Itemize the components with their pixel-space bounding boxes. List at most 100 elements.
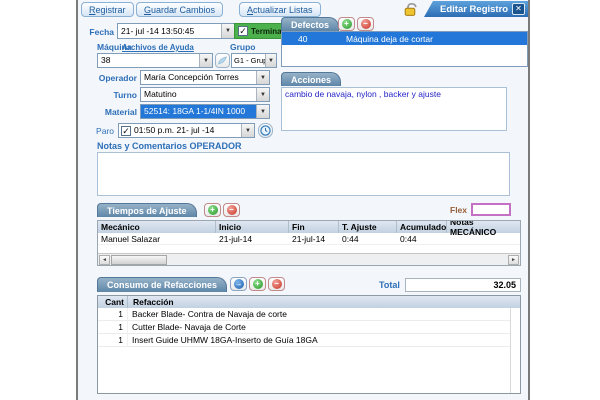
col-t-ajuste: T. Ajuste [339, 221, 397, 233]
col-cant: Cant [98, 296, 128, 308]
paro-checkbox[interactable]: ✓ [121, 126, 131, 136]
col-fin: Fin [289, 221, 339, 233]
refacciones-add-button[interactable]: + [249, 277, 266, 291]
material-value: 52514: 18GA 1-1/4IN 1000 [141, 105, 256, 118]
refacciones-header-row: Cant Refacción [98, 296, 520, 308]
guardar-cambios-button[interactable]: Guardar Cambios [136, 2, 223, 17]
cell-cant: 1 [98, 308, 128, 321]
defectos-list: 40 Máquina deja de cortar [281, 31, 528, 67]
col-inicio: Inicio [216, 221, 289, 233]
grupo-label: Grupo [230, 42, 256, 52]
refacciones-transfer-button[interactable]: → [230, 277, 247, 291]
scroll-right-icon[interactable]: ► [508, 255, 519, 265]
cell-mecanico: Manuel Salazar [98, 233, 216, 245]
registrar-label: Registrar [89, 5, 126, 15]
refaccion-row[interactable]: 1 Backer Blade- Contra de Navaja de cort… [98, 308, 510, 321]
defectos-row-selected[interactable]: 40 Máquina deja de cortar [282, 32, 527, 45]
minus-icon: − [272, 279, 282, 289]
acciones-panel-header: Acciones [281, 72, 341, 86]
refacciones-panel-header: Consumo de Refacciones [97, 277, 227, 292]
col-acumulado: Acumulado [397, 221, 447, 233]
turno-value: Matutino [141, 88, 256, 101]
chevron-down-icon[interactable]: ▼ [265, 54, 276, 67]
terminado-checkbox[interactable]: ✓ [238, 26, 248, 36]
tiempos-table: Mecánico Inicio Fin T. Ajuste Acumulado … [97, 220, 521, 266]
acciones-textarea[interactable]: cambio de navaja, nylon , backer y ajust… [281, 87, 507, 131]
maquina-value: 38 [98, 54, 199, 67]
fecha-value: 21- jul -14 13:50:45 [118, 25, 221, 38]
notas-operador-textarea[interactable] [97, 152, 510, 196]
defectos-add-button[interactable]: + [338, 17, 355, 31]
fecha-combobox[interactable]: 21- jul -14 13:50:45 ▼ [117, 23, 235, 39]
total-value: 32.05 [405, 278, 521, 292]
tiempos-add-button[interactable]: + [204, 203, 221, 217]
turno-combobox[interactable]: Matutino ▼ [140, 87, 270, 102]
operador-label: Operador [78, 73, 137, 83]
flex-input[interactable] [471, 203, 511, 216]
feather-icon [217, 55, 228, 66]
col-notas-mecanico: Notas MECÁNICO [447, 221, 520, 233]
refaccion-row[interactable]: 1 Insert Guide UHMW 18GA-Inserto de Guía… [98, 334, 510, 347]
material-combobox[interactable]: 52514: 18GA 1-1/4IN 1000 ▼ [140, 104, 270, 119]
actualizar-listas-button[interactable]: Actualizar Listas [239, 2, 321, 17]
flex-label: Flex [450, 205, 467, 215]
cell-refaccion: Cutter Blade- Navaja de Corte [128, 322, 246, 332]
chevron-down-icon[interactable]: ▼ [256, 71, 269, 84]
cell-refaccion: Backer Blade- Contra de Navaja de corte [128, 309, 287, 319]
archivos-ayuda-link[interactable]: Archivos de Ayuda [122, 43, 194, 52]
paro-combobox[interactable]: ✓ 01:50 p.m. 21- jul -14 ▼ [118, 123, 255, 138]
horizontal-scrollbar[interactable]: ◄ ► [98, 253, 520, 265]
notas-operador-label: Notas y Comentarios OPERADOR [97, 141, 242, 151]
cell-t-ajuste: 0:44 [339, 233, 397, 245]
refacciones-rows: 1 Backer Blade- Contra de Navaja de cort… [98, 308, 511, 393]
refacciones-remove-button[interactable]: − [268, 277, 285, 291]
defectos-remove-button[interactable]: − [357, 17, 374, 31]
unlock-padlock-icon[interactable] [402, 2, 419, 16]
cell-fin: 21-jul-14 [289, 233, 339, 245]
plus-icon: + [253, 279, 263, 289]
cell-inicio: 21-jul-14 [216, 233, 289, 245]
help-feather-button[interactable] [215, 53, 230, 68]
grupo-value: G1 - Grupo 1 [232, 54, 265, 67]
col-refaccion: Refacción [128, 296, 520, 308]
operador-combobox[interactable]: María Concepción Torres ▼ [140, 70, 270, 85]
grupo-combobox[interactable]: G1 - Grupo 1 ▼ [231, 53, 277, 68]
chevron-down-icon[interactable]: ▼ [199, 54, 212, 67]
tiempos-remove-button[interactable]: − [223, 203, 240, 217]
plus-icon: + [208, 205, 218, 215]
editar-registro-window: Registrar Guardar Cambios Actualizar Lis… [76, 0, 530, 400]
defecto-code: 40 [282, 34, 346, 44]
cell-notas [447, 233, 520, 245]
paro-value: 01:50 p.m. 21- jul -14 [131, 124, 241, 137]
arrow-right-icon: → [234, 279, 244, 289]
close-icon[interactable]: ✕ [512, 3, 525, 15]
tiempos-panel-header: Tiempos de Ajuste [97, 203, 197, 217]
registrar-button[interactable]: Registrar [81, 2, 134, 17]
scroll-left-icon[interactable]: ◄ [99, 255, 110, 265]
refaccion-row[interactable]: 1 Cutter Blade- Navaja de Corte [98, 321, 510, 334]
chevron-down-icon[interactable]: ▼ [256, 88, 269, 101]
chevron-down-icon[interactable]: ▼ [256, 105, 269, 118]
clock-button[interactable] [258, 123, 273, 138]
defecto-desc: Máquina deja de cortar [346, 34, 433, 44]
fecha-label: Fecha [78, 27, 114, 37]
turno-label: Turno [78, 90, 137, 100]
plus-icon: + [342, 19, 352, 29]
material-label: Material [78, 107, 137, 117]
scrollbar-thumb[interactable] [111, 255, 167, 265]
tiempos-row[interactable]: Manuel Salazar 21-jul-14 21-jul-14 0:44 … [98, 233, 520, 245]
tab-editar-registro[interactable]: Editar Registro ✕ [424, 1, 528, 17]
tiempos-header-row: Mecánico Inicio Fin T. Ajuste Acumulado … [98, 221, 520, 233]
cell-cant: 1 [98, 321, 128, 334]
tab-title: Editar Registro [440, 4, 508, 15]
chevron-down-icon[interactable]: ▼ [221, 24, 234, 38]
chevron-down-icon[interactable]: ▼ [241, 124, 254, 137]
total-label: Total [379, 280, 400, 290]
refacciones-table: Cant Refacción 1 Backer Blade- Contra de… [97, 295, 521, 394]
cell-refaccion: Insert Guide UHMW 18GA-Inserto de Guía 1… [128, 335, 318, 345]
defectos-panel-header: Defectos [281, 17, 339, 31]
maquina-combobox[interactable]: 38 ▼ [97, 53, 213, 68]
cell-acumulado: 0:44 [397, 233, 447, 245]
operador-value: María Concepción Torres [141, 71, 256, 84]
actualizar-label: Actualizar Listas [247, 5, 313, 15]
